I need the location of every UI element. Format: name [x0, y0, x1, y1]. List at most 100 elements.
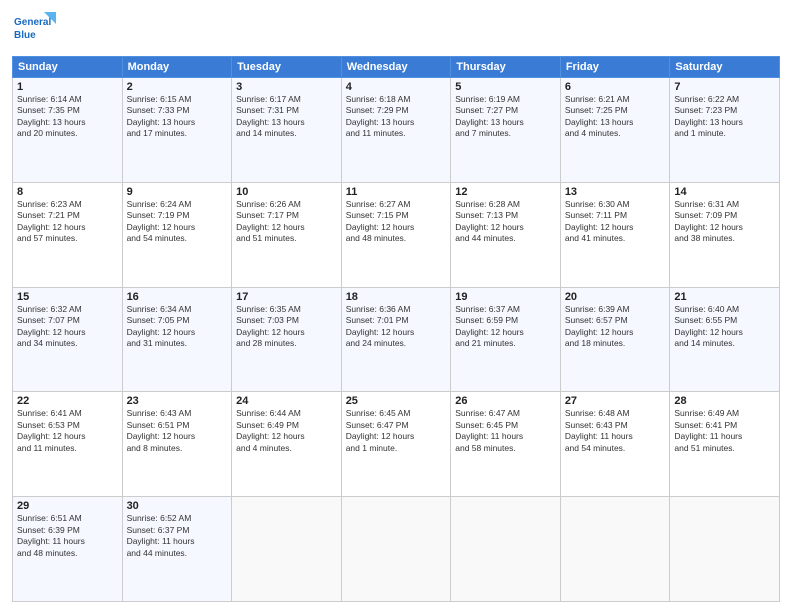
calendar-cell: 27Sunrise: 6:48 AMSunset: 6:43 PMDayligh…	[560, 392, 670, 497]
day-header-monday: Monday	[122, 57, 232, 78]
cell-info: Sunrise: 6:51 AMSunset: 6:39 PMDaylight:…	[17, 513, 118, 559]
calendar-cell: 12Sunrise: 6:28 AMSunset: 7:13 PMDayligh…	[451, 182, 561, 287]
calendar-cell	[232, 497, 342, 602]
calendar-cell: 17Sunrise: 6:35 AMSunset: 7:03 PMDayligh…	[232, 287, 342, 392]
calendar-cell: 11Sunrise: 6:27 AMSunset: 7:15 PMDayligh…	[341, 182, 451, 287]
logo: General Blue	[12, 10, 56, 48]
day-number: 28	[674, 395, 775, 407]
day-header-sunday: Sunday	[13, 57, 123, 78]
calendar-cell: 6Sunrise: 6:21 AMSunset: 7:25 PMDaylight…	[560, 78, 670, 183]
cell-info: Sunrise: 6:36 AMSunset: 7:01 PMDaylight:…	[346, 304, 447, 350]
calendar-cell: 16Sunrise: 6:34 AMSunset: 7:05 PMDayligh…	[122, 287, 232, 392]
calendar-cell	[341, 497, 451, 602]
calendar: SundayMondayTuesdayWednesdayThursdayFrid…	[12, 56, 780, 602]
day-number: 18	[346, 291, 447, 303]
day-header-saturday: Saturday	[670, 57, 780, 78]
svg-text:General: General	[14, 17, 51, 28]
cell-info: Sunrise: 6:18 AMSunset: 7:29 PMDaylight:…	[346, 94, 447, 140]
calendar-cell: 5Sunrise: 6:19 AMSunset: 7:27 PMDaylight…	[451, 78, 561, 183]
cell-info: Sunrise: 6:28 AMSunset: 7:13 PMDaylight:…	[455, 199, 556, 245]
day-number: 8	[17, 186, 118, 198]
day-number: 5	[455, 81, 556, 93]
calendar-cell: 28Sunrise: 6:49 AMSunset: 6:41 PMDayligh…	[670, 392, 780, 497]
cell-info: Sunrise: 6:23 AMSunset: 7:21 PMDaylight:…	[17, 199, 118, 245]
cell-info: Sunrise: 6:32 AMSunset: 7:07 PMDaylight:…	[17, 304, 118, 350]
cell-info: Sunrise: 6:49 AMSunset: 6:41 PMDaylight:…	[674, 408, 775, 454]
day-number: 12	[455, 186, 556, 198]
calendar-cell: 26Sunrise: 6:47 AMSunset: 6:45 PMDayligh…	[451, 392, 561, 497]
cell-info: Sunrise: 6:41 AMSunset: 6:53 PMDaylight:…	[17, 408, 118, 454]
day-number: 13	[565, 186, 666, 198]
day-number: 26	[455, 395, 556, 407]
day-number: 25	[346, 395, 447, 407]
week-row-2: 8Sunrise: 6:23 AMSunset: 7:21 PMDaylight…	[13, 182, 780, 287]
day-number: 10	[236, 186, 337, 198]
day-number: 22	[17, 395, 118, 407]
calendar-cell: 1Sunrise: 6:14 AMSunset: 7:35 PMDaylight…	[13, 78, 123, 183]
cell-info: Sunrise: 6:43 AMSunset: 6:51 PMDaylight:…	[127, 408, 228, 454]
calendar-cell: 21Sunrise: 6:40 AMSunset: 6:55 PMDayligh…	[670, 287, 780, 392]
cell-info: Sunrise: 6:34 AMSunset: 7:05 PMDaylight:…	[127, 304, 228, 350]
calendar-cell	[560, 497, 670, 602]
calendar-header-row: SundayMondayTuesdayWednesdayThursdayFrid…	[13, 57, 780, 78]
calendar-cell: 10Sunrise: 6:26 AMSunset: 7:17 PMDayligh…	[232, 182, 342, 287]
cell-info: Sunrise: 6:44 AMSunset: 6:49 PMDaylight:…	[236, 408, 337, 454]
day-number: 29	[17, 500, 118, 512]
calendar-cell: 20Sunrise: 6:39 AMSunset: 6:57 PMDayligh…	[560, 287, 670, 392]
week-row-3: 15Sunrise: 6:32 AMSunset: 7:07 PMDayligh…	[13, 287, 780, 392]
day-number: 30	[127, 500, 228, 512]
week-row-5: 29Sunrise: 6:51 AMSunset: 6:39 PMDayligh…	[13, 497, 780, 602]
day-number: 27	[565, 395, 666, 407]
cell-info: Sunrise: 6:22 AMSunset: 7:23 PMDaylight:…	[674, 94, 775, 140]
cell-info: Sunrise: 6:14 AMSunset: 7:35 PMDaylight:…	[17, 94, 118, 140]
calendar-cell	[670, 497, 780, 602]
calendar-cell: 7Sunrise: 6:22 AMSunset: 7:23 PMDaylight…	[670, 78, 780, 183]
cell-info: Sunrise: 6:40 AMSunset: 6:55 PMDaylight:…	[674, 304, 775, 350]
calendar-cell: 29Sunrise: 6:51 AMSunset: 6:39 PMDayligh…	[13, 497, 123, 602]
calendar-cell: 25Sunrise: 6:45 AMSunset: 6:47 PMDayligh…	[341, 392, 451, 497]
day-header-thursday: Thursday	[451, 57, 561, 78]
cell-info: Sunrise: 6:27 AMSunset: 7:15 PMDaylight:…	[346, 199, 447, 245]
day-number: 1	[17, 81, 118, 93]
cell-info: Sunrise: 6:26 AMSunset: 7:17 PMDaylight:…	[236, 199, 337, 245]
logo-svg: General Blue	[12, 10, 56, 48]
calendar-cell: 13Sunrise: 6:30 AMSunset: 7:11 PMDayligh…	[560, 182, 670, 287]
day-number: 9	[127, 186, 228, 198]
header: General Blue	[12, 10, 780, 48]
cell-info: Sunrise: 6:45 AMSunset: 6:47 PMDaylight:…	[346, 408, 447, 454]
day-header-wednesday: Wednesday	[341, 57, 451, 78]
svg-text:Blue: Blue	[14, 30, 36, 41]
calendar-cell: 23Sunrise: 6:43 AMSunset: 6:51 PMDayligh…	[122, 392, 232, 497]
cell-info: Sunrise: 6:21 AMSunset: 7:25 PMDaylight:…	[565, 94, 666, 140]
day-number: 7	[674, 81, 775, 93]
cell-info: Sunrise: 6:30 AMSunset: 7:11 PMDaylight:…	[565, 199, 666, 245]
calendar-cell: 24Sunrise: 6:44 AMSunset: 6:49 PMDayligh…	[232, 392, 342, 497]
calendar-cell: 3Sunrise: 6:17 AMSunset: 7:31 PMDaylight…	[232, 78, 342, 183]
day-number: 11	[346, 186, 447, 198]
cell-info: Sunrise: 6:24 AMSunset: 7:19 PMDaylight:…	[127, 199, 228, 245]
day-number: 14	[674, 186, 775, 198]
day-number: 19	[455, 291, 556, 303]
cell-info: Sunrise: 6:37 AMSunset: 6:59 PMDaylight:…	[455, 304, 556, 350]
calendar-cell: 22Sunrise: 6:41 AMSunset: 6:53 PMDayligh…	[13, 392, 123, 497]
calendar-cell: 2Sunrise: 6:15 AMSunset: 7:33 PMDaylight…	[122, 78, 232, 183]
day-number: 23	[127, 395, 228, 407]
cell-info: Sunrise: 6:48 AMSunset: 6:43 PMDaylight:…	[565, 408, 666, 454]
day-number: 3	[236, 81, 337, 93]
day-number: 16	[127, 291, 228, 303]
cell-info: Sunrise: 6:19 AMSunset: 7:27 PMDaylight:…	[455, 94, 556, 140]
cell-info: Sunrise: 6:15 AMSunset: 7:33 PMDaylight:…	[127, 94, 228, 140]
day-number: 4	[346, 81, 447, 93]
calendar-cell: 9Sunrise: 6:24 AMSunset: 7:19 PMDaylight…	[122, 182, 232, 287]
cell-info: Sunrise: 6:39 AMSunset: 6:57 PMDaylight:…	[565, 304, 666, 350]
calendar-cell: 14Sunrise: 6:31 AMSunset: 7:09 PMDayligh…	[670, 182, 780, 287]
calendar-cell: 4Sunrise: 6:18 AMSunset: 7:29 PMDaylight…	[341, 78, 451, 183]
calendar-body: 1Sunrise: 6:14 AMSunset: 7:35 PMDaylight…	[13, 78, 780, 602]
cell-info: Sunrise: 6:35 AMSunset: 7:03 PMDaylight:…	[236, 304, 337, 350]
day-number: 6	[565, 81, 666, 93]
cell-info: Sunrise: 6:17 AMSunset: 7:31 PMDaylight:…	[236, 94, 337, 140]
page: General Blue SundayMondayTuesdayWednesda…	[0, 0, 792, 612]
week-row-1: 1Sunrise: 6:14 AMSunset: 7:35 PMDaylight…	[13, 78, 780, 183]
day-number: 21	[674, 291, 775, 303]
calendar-cell: 30Sunrise: 6:52 AMSunset: 6:37 PMDayligh…	[122, 497, 232, 602]
